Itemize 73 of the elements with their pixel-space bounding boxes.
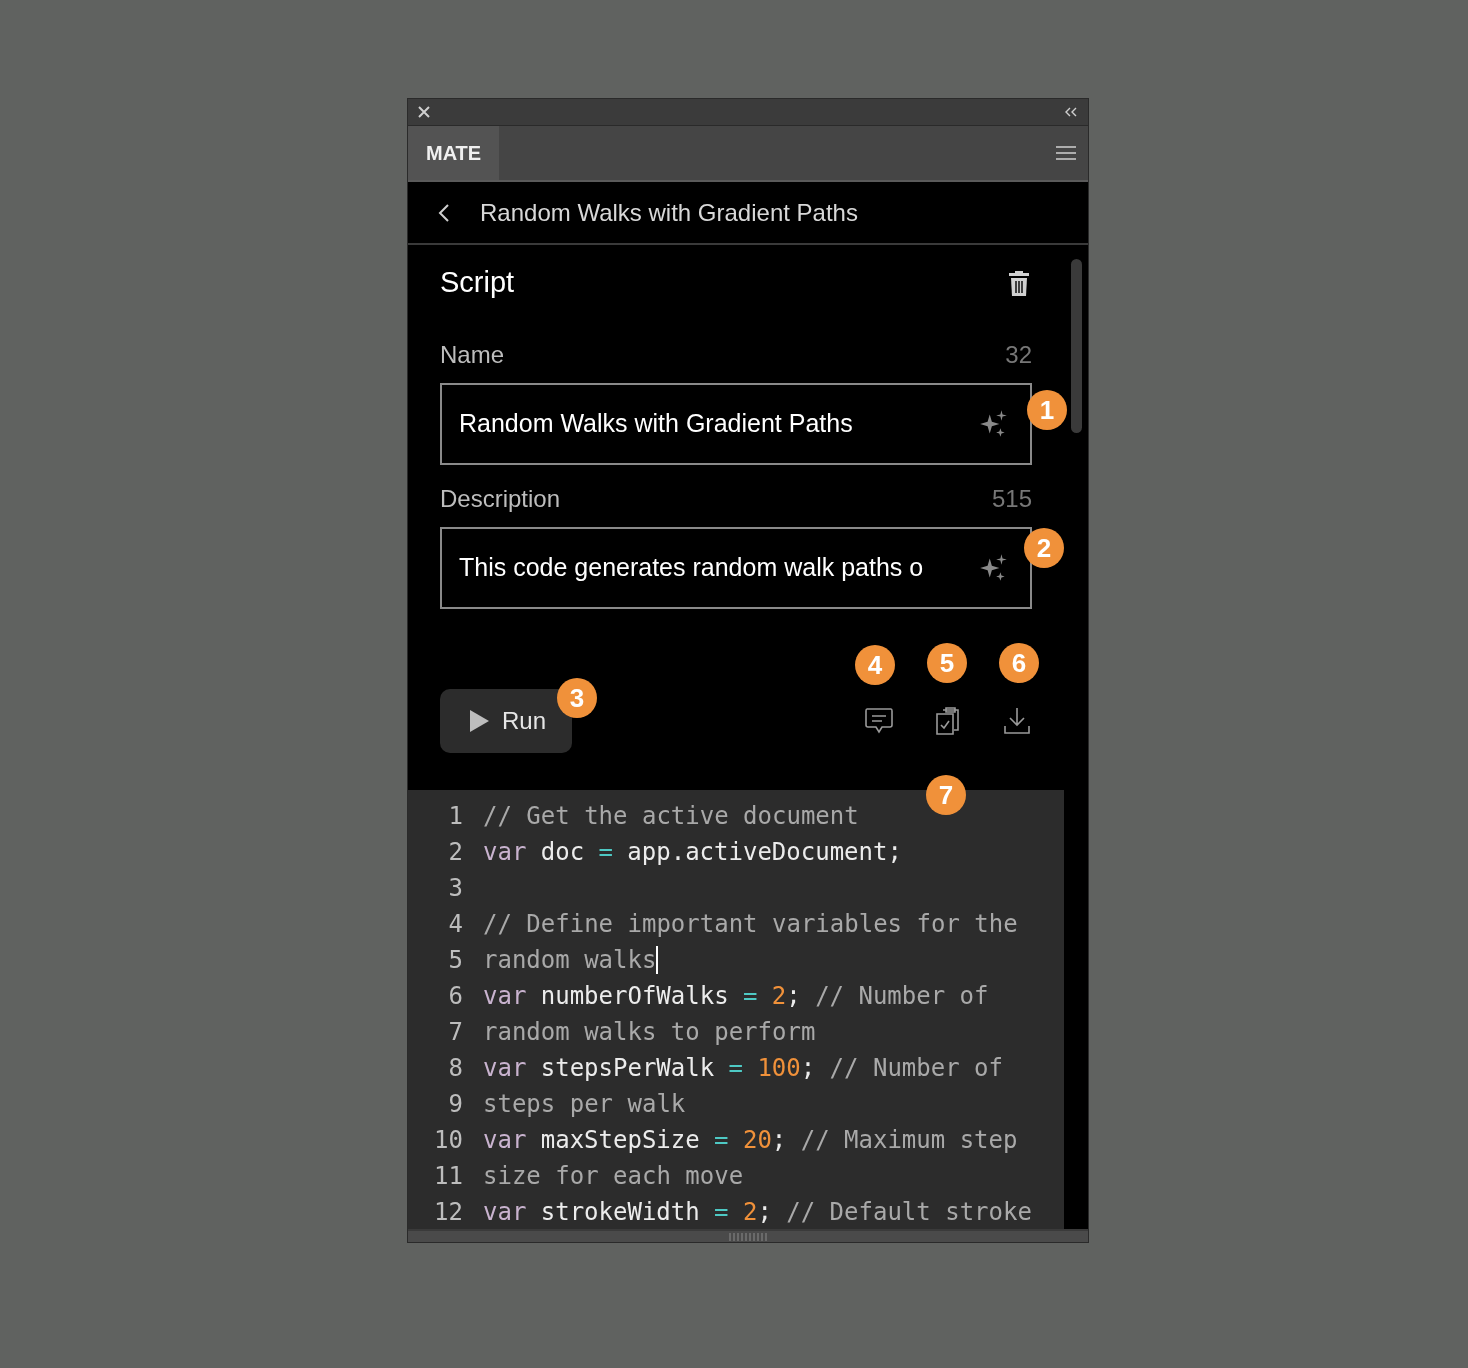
code-token: var (483, 836, 527, 867)
code-token: // Default stroke (786, 1196, 1032, 1227)
collapse-icon[interactable] (1064, 107, 1078, 117)
code-token: size for each move (483, 1160, 744, 1191)
code-token: 2 (742, 1196, 758, 1227)
code-token: 100 (757, 1052, 801, 1083)
code-token: steps per walk (483, 1088, 686, 1119)
code-token: // Maximum step (800, 1124, 1018, 1155)
code-token: random walks (483, 944, 657, 975)
play-icon (468, 708, 490, 733)
code-token: random walks to perform (483, 1016, 816, 1047)
text-field[interactable]: This code generates random walk paths o (440, 526, 1032, 609)
code-token: doc (540, 836, 585, 867)
grip-icon[interactable] (729, 1232, 767, 1241)
download-icon[interactable] (1002, 705, 1032, 736)
line-number: 7 (447, 1016, 463, 1047)
line-number: 12 (433, 1196, 463, 1227)
line-number: 4 (447, 908, 463, 939)
code-token: app.activeDocument; (627, 836, 902, 867)
text-field[interactable]: Random Walks with Gradient Paths (440, 382, 1032, 465)
line-number: 10 (433, 1124, 463, 1155)
code-token: = (743, 980, 758, 1011)
line-number: 11 (433, 1160, 463, 1191)
code-token: numberOfWalks (540, 980, 729, 1011)
line-number: 6 (447, 980, 463, 1011)
line-number: 9 (447, 1088, 463, 1119)
field-label: Description (440, 483, 561, 514)
back-icon[interactable] (438, 202, 450, 223)
character-count: 515 (991, 483, 1032, 514)
clipboard-check-icon[interactable] (934, 705, 962, 736)
field-label: Name (440, 339, 505, 370)
callout-badge: 2 (1024, 528, 1064, 568)
callout-badge: 6 (999, 643, 1039, 683)
code-token: ; (786, 980, 801, 1011)
close-icon[interactable] (418, 106, 430, 118)
scrollbar-thumb[interactable] (1070, 259, 1082, 433)
code-token: maxStepSize (540, 1124, 700, 1155)
line-number: 5 (447, 944, 463, 975)
code-token: 2 (771, 980, 787, 1011)
callout-badge: 7 (926, 775, 966, 815)
code-token: stepsPerWalk (540, 1052, 715, 1083)
code-token: 20 (742, 1124, 772, 1155)
code-token: ; (800, 1052, 816, 1083)
code-token: var (483, 1124, 527, 1155)
line-number: 3 (447, 872, 463, 903)
callout-badge: 3 (557, 678, 597, 718)
callout-badge: 5 (927, 643, 967, 683)
code-token: ; (771, 1124, 787, 1155)
line-number: 2 (447, 836, 463, 867)
code-token: ; (757, 1196, 772, 1227)
menu-icon[interactable] (1056, 145, 1076, 161)
character-count: 32 (1005, 339, 1032, 370)
code-token: // Number of (829, 1052, 1003, 1083)
code-token: strokeWidth (540, 1196, 700, 1227)
code-token: // Number of (815, 980, 989, 1011)
trash-icon[interactable] (1008, 268, 1030, 297)
code-token: var (483, 1052, 527, 1083)
code-token: = (714, 1124, 729, 1155)
comment-icon[interactable] (864, 706, 894, 735)
code-token: var (483, 980, 527, 1011)
line-number: 8 (447, 1052, 463, 1083)
header-title: Random Walks with Gradient Paths (480, 197, 858, 228)
code-token: // Define important variables for the (483, 908, 1018, 939)
code-token: // Get the active document (483, 800, 859, 831)
panel-tab[interactable]: MATE (408, 126, 500, 180)
callout-badge: 4 (855, 645, 895, 685)
code-token: var (483, 1196, 527, 1227)
callout-badge: 1 (1027, 390, 1067, 430)
code-token: = (728, 1052, 743, 1083)
code-token: = (598, 836, 613, 867)
line-number: 1 (447, 800, 463, 831)
section-title: Script (440, 265, 515, 300)
code-token: = (714, 1196, 729, 1227)
